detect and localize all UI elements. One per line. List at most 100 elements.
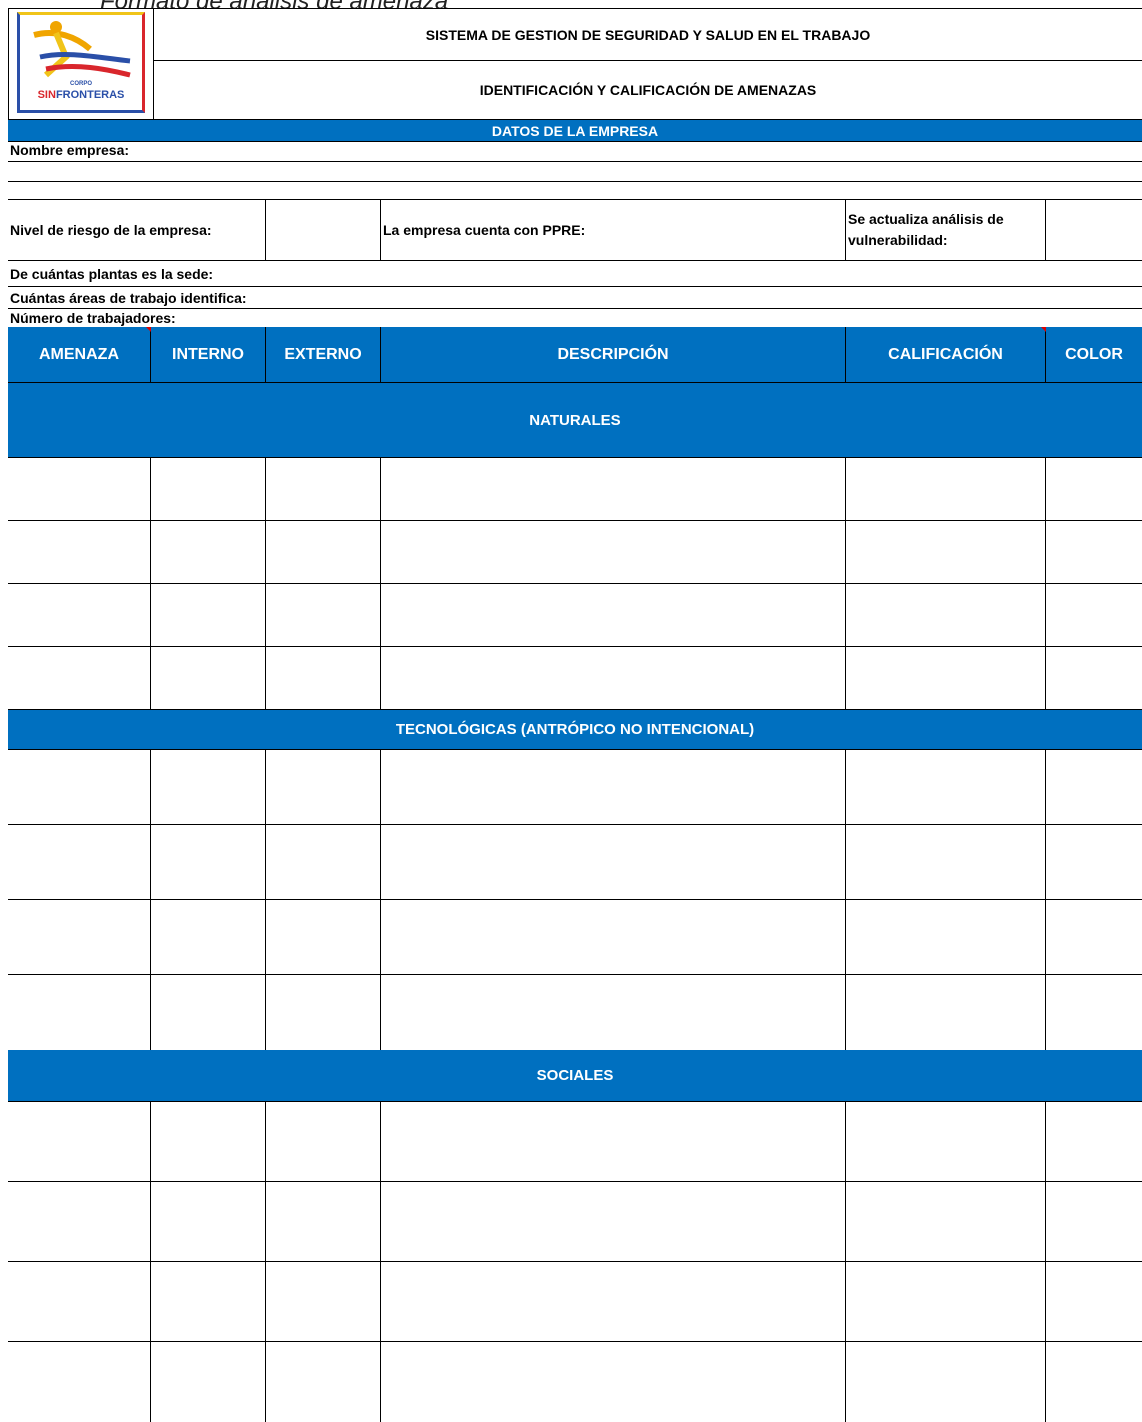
table-row	[8, 1342, 1142, 1422]
cell-color[interactable]	[1046, 1182, 1142, 1261]
cell-descripcion[interactable]	[381, 458, 846, 520]
cell-descripcion[interactable]	[381, 750, 846, 824]
ppre-label: La empresa cuenta con PPRE:	[381, 200, 846, 260]
cell-interno[interactable]	[151, 975, 266, 1050]
cell-descripcion[interactable]	[381, 1182, 846, 1261]
cell-externo[interactable]	[266, 825, 381, 899]
cell-calificacion[interactable]	[846, 975, 1046, 1050]
cell-color[interactable]	[1046, 647, 1142, 709]
cell-descripcion[interactable]	[381, 647, 846, 709]
company-name-label: Nombre empresa:	[10, 142, 130, 158]
cell-calificacion[interactable]	[846, 1342, 1046, 1422]
cell-color[interactable]	[1046, 584, 1142, 646]
cell-descripcion[interactable]	[381, 825, 846, 899]
cell-interno[interactable]	[151, 900, 266, 974]
cell-amenaza[interactable]	[8, 1182, 151, 1261]
cell-calificacion[interactable]	[846, 825, 1046, 899]
logo-figure-icon	[33, 21, 131, 78]
cell-descripcion[interactable]	[381, 975, 846, 1050]
cell-amenaza[interactable]	[8, 1262, 151, 1341]
cell-calificacion[interactable]	[846, 1262, 1046, 1341]
cell-calificacion[interactable]	[846, 458, 1046, 520]
cell-calificacion[interactable]	[846, 900, 1046, 974]
cell-externo[interactable]	[266, 458, 381, 520]
cell-calificacion[interactable]	[846, 1182, 1046, 1261]
comment-marker-icon	[146, 327, 151, 332]
cell-interno[interactable]	[151, 1182, 266, 1261]
cell-interno[interactable]	[151, 1102, 266, 1181]
cell-amenaza[interactable]	[8, 584, 151, 646]
cell-externo[interactable]	[266, 1262, 381, 1341]
cell-descripcion[interactable]	[381, 1342, 846, 1422]
company-data-band: DATOS DE LA EMPRESA	[8, 120, 1142, 142]
table-row	[8, 750, 1142, 825]
company-name-field[interactable]	[8, 162, 1142, 182]
cell-amenaza[interactable]	[8, 750, 151, 824]
workers-row: Número de trabajadores:	[8, 309, 1142, 327]
cell-descripcion[interactable]	[381, 900, 846, 974]
cell-externo[interactable]	[266, 1102, 381, 1181]
company-info-grid: Nivel de riesgo de la empresa: La empres…	[8, 200, 1142, 261]
cell-externo[interactable]	[266, 1342, 381, 1422]
cell-externo[interactable]	[266, 1182, 381, 1261]
cell-color[interactable]	[1046, 1342, 1142, 1422]
cell-externo[interactable]	[266, 584, 381, 646]
tecnologicas-rows	[8, 750, 1142, 1050]
cell-externo[interactable]	[266, 900, 381, 974]
cell-amenaza[interactable]	[8, 521, 151, 583]
cell-interno[interactable]	[151, 1342, 266, 1422]
vulnerability-field[interactable]	[1046, 200, 1142, 260]
col-interno: INTERNO	[151, 327, 266, 382]
threat-analysis-sheet: CORPO SINFRONTERAS SISTEMA DE GESTION DE…	[8, 8, 1142, 1422]
cell-amenaza[interactable]	[8, 1342, 151, 1422]
table-row	[8, 1262, 1142, 1342]
logo-sin-label: SIN	[37, 89, 56, 101]
cell-amenaza[interactable]	[8, 458, 151, 520]
cell-descripcion[interactable]	[381, 584, 846, 646]
cell-calificacion[interactable]	[846, 647, 1046, 709]
cell-color[interactable]	[1046, 458, 1142, 520]
naturales-rows	[8, 458, 1142, 710]
risk-level-label: Nivel de riesgo de la empresa:	[8, 200, 266, 260]
cell-amenaza[interactable]	[8, 1102, 151, 1181]
cell-interno[interactable]	[151, 647, 266, 709]
cell-amenaza[interactable]	[8, 647, 151, 709]
cell-interno[interactable]	[151, 584, 266, 646]
cell-interno[interactable]	[151, 458, 266, 520]
column-header-wrap: AMENAZA INTERNO EXTERNO DESCRIPCIÓN CALI…	[8, 327, 1142, 383]
comment-marker-icon	[1041, 327, 1046, 332]
cell-color[interactable]	[1046, 975, 1142, 1050]
cell-calificacion[interactable]	[846, 750, 1046, 824]
cell-externo[interactable]	[266, 975, 381, 1050]
risk-level-field[interactable]	[266, 200, 381, 260]
cell-descripcion[interactable]	[381, 521, 846, 583]
table-row	[8, 584, 1142, 647]
cell-amenaza[interactable]	[8, 825, 151, 899]
cell-color[interactable]	[1046, 900, 1142, 974]
cell-color[interactable]	[1046, 521, 1142, 583]
cell-descripcion[interactable]	[381, 1262, 846, 1341]
cell-calificacion[interactable]	[846, 521, 1046, 583]
cell-interno[interactable]	[151, 1262, 266, 1341]
cell-amenaza[interactable]	[8, 900, 151, 974]
cell-calificacion[interactable]	[846, 1102, 1046, 1181]
table-row	[8, 975, 1142, 1050]
cell-color[interactable]	[1046, 1102, 1142, 1181]
column-header-row: AMENAZA INTERNO EXTERNO DESCRIPCIÓN CALI…	[8, 327, 1142, 383]
cell-color[interactable]	[1046, 1262, 1142, 1341]
cell-amenaza[interactable]	[8, 975, 151, 1050]
sociales-rows	[8, 1102, 1142, 1422]
cell-calificacion[interactable]	[846, 584, 1046, 646]
cell-externo[interactable]	[266, 647, 381, 709]
cell-interno[interactable]	[151, 825, 266, 899]
cell-descripcion[interactable]	[381, 1102, 846, 1181]
cell-interno[interactable]	[151, 521, 266, 583]
cell-interno[interactable]	[151, 750, 266, 824]
cell-externo[interactable]	[266, 750, 381, 824]
table-row	[8, 1102, 1142, 1182]
cell-externo[interactable]	[266, 521, 381, 583]
cell-color[interactable]	[1046, 750, 1142, 824]
table-row	[8, 521, 1142, 584]
cell-color[interactable]	[1046, 825, 1142, 899]
logo-corpo-label: CORPO	[69, 81, 92, 87]
